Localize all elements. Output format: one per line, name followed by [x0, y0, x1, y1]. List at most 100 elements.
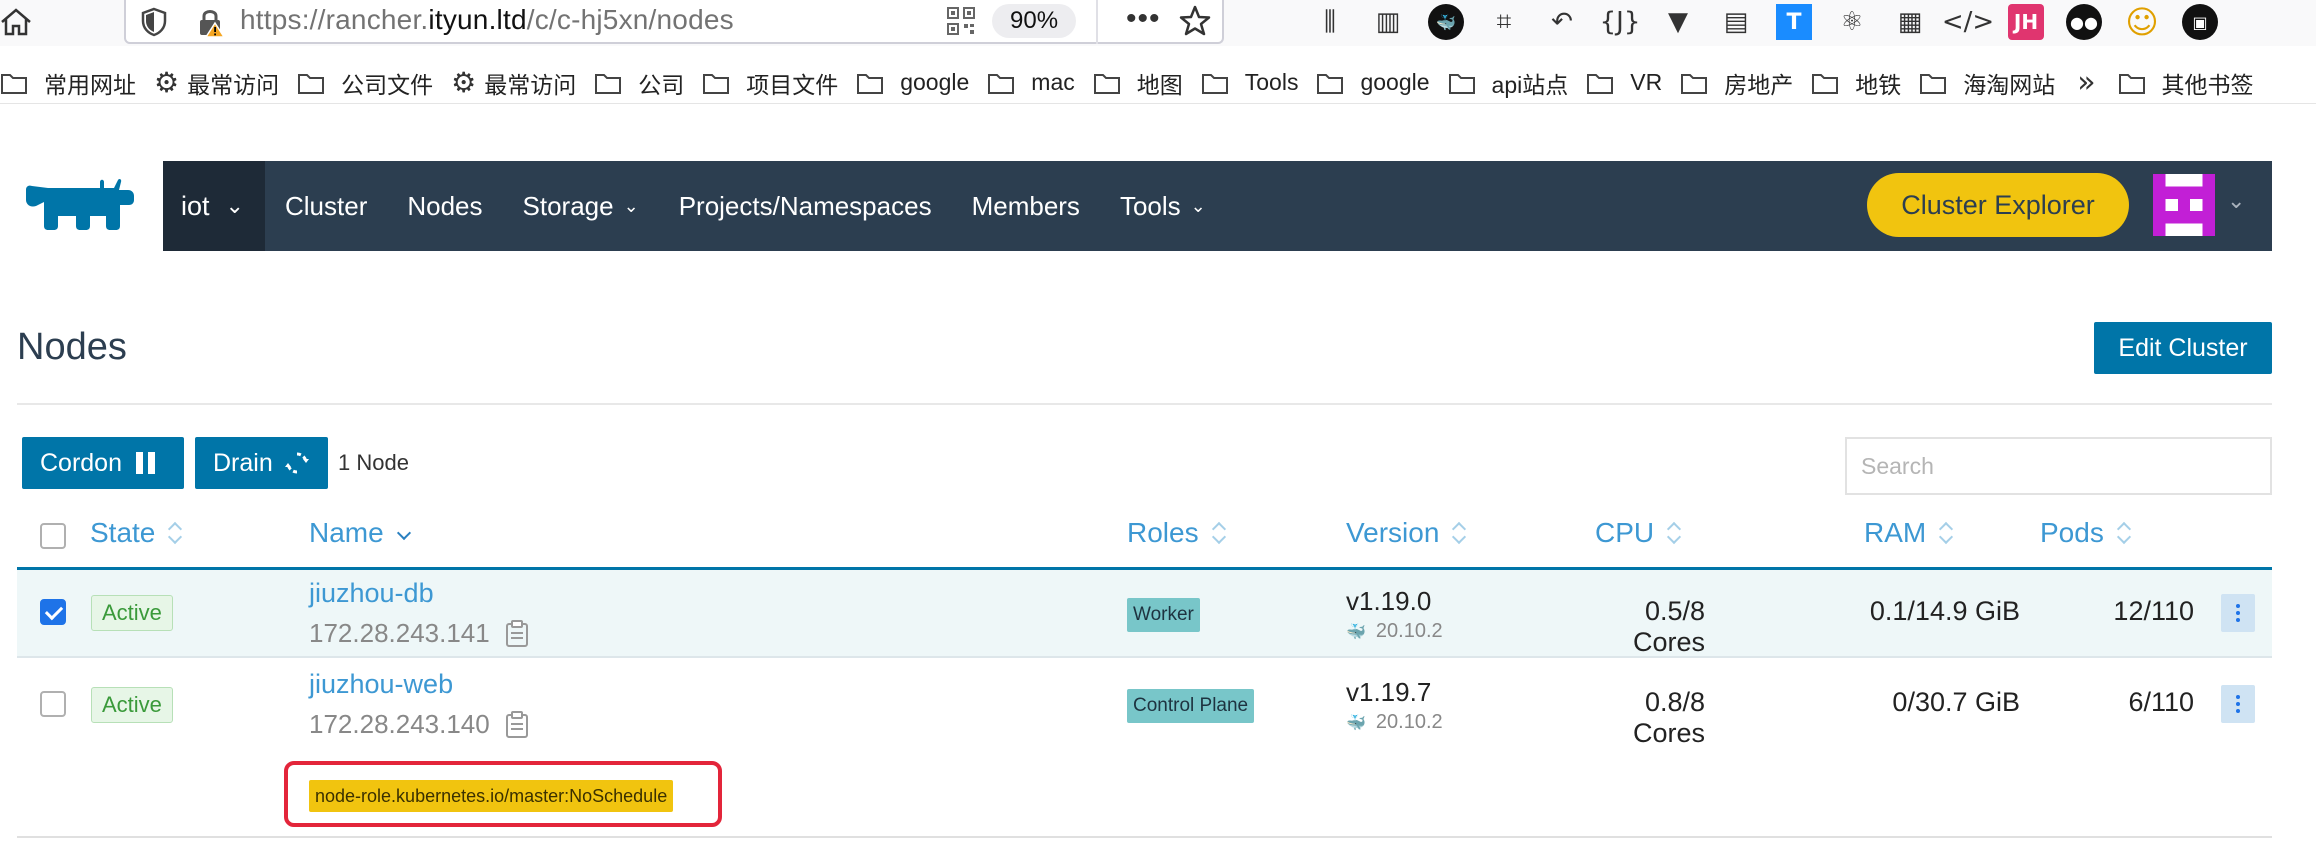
bookmark-label: 公司文件 — [341, 71, 434, 98]
shield-icon[interactable] — [138, 6, 170, 38]
cluster-explorer-button[interactable]: Cluster Explorer — [1867, 173, 2129, 237]
bookmark-item[interactable]: 地铁 — [1811, 66, 1901, 100]
node-ip: 172.28.243.140 — [309, 709, 530, 740]
qrcode-icon[interactable] — [946, 6, 976, 36]
home-icon[interactable] — [0, 6, 32, 38]
jh-extension-icon[interactable]: JH — [2008, 4, 2044, 40]
bookmark-item[interactable]: ⚙ 最常访问 — [154, 66, 279, 100]
nav-item-storage[interactable]: Storage ⌄ — [523, 191, 639, 222]
cordon-button[interactable]: Cordon — [22, 437, 184, 489]
column-header-name[interactable]: Name — [309, 517, 412, 549]
translate-extension-icon[interactable]: T — [1776, 4, 1812, 40]
row-checkbox[interactable] — [40, 599, 66, 625]
url-path: /c/c-hj5xn/nodes — [526, 4, 734, 35]
vue-devtools-icon[interactable]: ▼ — [1660, 4, 1696, 40]
sort-icon — [167, 521, 183, 545]
nav-item-members[interactable]: Members — [972, 191, 1080, 222]
column-header-roles[interactable]: Roles — [1127, 517, 1227, 549]
cordon-label: Cordon — [40, 448, 122, 477]
user-avatar[interactable] — [2153, 174, 2215, 236]
code-icon[interactable]: </> — [1942, 4, 1994, 40]
column-header-version[interactable]: Version — [1346, 517, 1467, 549]
nav-item-nodes[interactable]: Nodes — [407, 191, 482, 222]
bookmark-item[interactable]: 公司文件 — [297, 66, 433, 100]
bookmark-item[interactable]: google — [856, 69, 969, 96]
url-text[interactable]: https://rancher.ityun.ltd/c/c-hj5xn/node… — [240, 4, 734, 36]
emoji-icon[interactable]: ☺ — [2124, 3, 2160, 41]
crop-icon[interactable]: ⌗ — [1486, 4, 1522, 40]
react-devtools-icon[interactable]: ⚛ — [1834, 4, 1870, 40]
chevron-down-icon: ⌄ — [1190, 195, 1206, 217]
folder-icon — [1093, 71, 1129, 95]
table-bottom-divider — [17, 836, 2272, 838]
json-extension-icon[interactable]: {J} — [1600, 4, 1641, 40]
qrcode-extension-icon[interactable]: ▦ — [1892, 4, 1928, 40]
bookmark-item[interactable]: Tools — [1201, 69, 1299, 96]
reader-view-icon[interactable]: ▥ — [1370, 4, 1406, 40]
cluster-switcher[interactable]: iot ⌄ — [163, 161, 265, 251]
bookmark-item[interactable]: ⚙ 最常访问 — [451, 66, 576, 100]
other-bookmarks[interactable]: 其他书签 — [2118, 66, 2254, 100]
sort-icon — [1211, 521, 1227, 545]
library-icon[interactable]: ⫼ — [1312, 4, 1348, 40]
bookmark-item[interactable]: mac — [987, 69, 1075, 96]
nav-item-cluster[interactable]: Cluster — [285, 191, 367, 222]
select-all-checkbox[interactable] — [40, 523, 66, 549]
bookmark-item[interactable]: 海淘网站 — [1919, 66, 2055, 100]
bookmark-item[interactable]: google — [1316, 69, 1430, 96]
page-actions-icon[interactable]: ••• — [1126, 2, 1161, 36]
docker-version-text: 20.10.2 — [1375, 620, 1443, 642]
terminal-extension-icon[interactable]: ▣ — [2182, 4, 2218, 40]
tampermonkey-icon[interactable]: ●● — [2066, 4, 2102, 40]
search-input[interactable] — [1845, 437, 2272, 495]
nav-item-projects-namespaces[interactable]: Projects/Namespaces — [679, 191, 932, 222]
notes-icon[interactable]: ▤ — [1718, 4, 1754, 40]
role-badge: Worker — [1127, 598, 1200, 632]
nav-item-tools[interactable]: Tools ⌄ — [1120, 191, 1206, 222]
bookmark-item[interactable]: 公司 — [594, 66, 684, 100]
bookmark-item[interactable]: 项目文件 — [702, 66, 838, 100]
docker-icon: 🐳 — [1346, 713, 1366, 732]
column-header-pods[interactable]: Pods — [2040, 517, 2132, 549]
bookmark-item[interactable]: 地图 — [1093, 66, 1183, 100]
node-name-link[interactable]: jiuzhou-db — [309, 578, 434, 609]
node-name-link[interactable]: jiuzhou-web — [309, 669, 453, 700]
column-header-cpu[interactable]: CPU — [1595, 517, 1682, 549]
folder-icon — [987, 71, 1023, 95]
bookmark-star-icon[interactable] — [1178, 4, 1212, 38]
nav-item-label: Storage — [522, 190, 614, 221]
user-menu-chevron-icon[interactable]: ⌄ — [2227, 189, 2245, 214]
bookmark-label: 最常访问 — [187, 71, 280, 98]
page-title: Nodes — [17, 326, 127, 368]
bookmark-item[interactable]: api站点 — [1448, 66, 1568, 100]
gear-icon: ⚙ — [451, 66, 477, 99]
bookmarks-overflow-icon[interactable]: » — [2077, 65, 2095, 100]
bookmark-item[interactable]: VR — [1586, 69, 1662, 96]
bookmark-item[interactable]: 常用网址 — [0, 66, 136, 100]
chevron-down-icon: ⌄ — [623, 195, 639, 217]
url-bar[interactable]: https://rancher.ityun.ltd/c/c-hj5xn/node… — [124, 0, 1224, 44]
clipboard-icon[interactable] — [504, 619, 530, 648]
browser-toolbar: https://rancher.ityun.ltd/c/c-hj5xn/node… — [0, 0, 2316, 46]
row-checkbox[interactable] — [40, 691, 66, 717]
column-header-ram[interactable]: RAM — [1864, 517, 1954, 549]
zoom-level[interactable]: 90% — [992, 4, 1077, 38]
column-header-pods-label: Pods — [2040, 517, 2104, 548]
column-header-state[interactable]: State — [90, 517, 183, 549]
row-actions-kebab-icon[interactable] — [2221, 685, 2255, 723]
bookmark-item[interactable]: 房地产 — [1680, 66, 1793, 100]
bookmark-label: 常用网址 — [44, 71, 136, 98]
row-actions-kebab-icon[interactable] — [2221, 594, 2255, 632]
docker-extension-icon[interactable]: 🐳 — [1428, 4, 1464, 40]
k8s-version: v1.19.0 — [1346, 586, 1432, 616]
header-divider — [17, 403, 2272, 405]
clipboard-icon[interactable] — [504, 710, 530, 739]
edit-cluster-button[interactable]: Edit Cluster — [2094, 322, 2272, 374]
docker-version: 🐳 20.10.2 — [1346, 620, 1443, 643]
sort-icon — [1938, 521, 1954, 545]
undo-icon[interactable]: ↶ — [1544, 4, 1580, 40]
insecure-lock-icon[interactable] — [194, 6, 226, 38]
bookmark-label: Tools — [1244, 69, 1299, 95]
rancher-logo[interactable] — [18, 176, 142, 238]
drain-button[interactable]: Drain — [195, 437, 328, 489]
